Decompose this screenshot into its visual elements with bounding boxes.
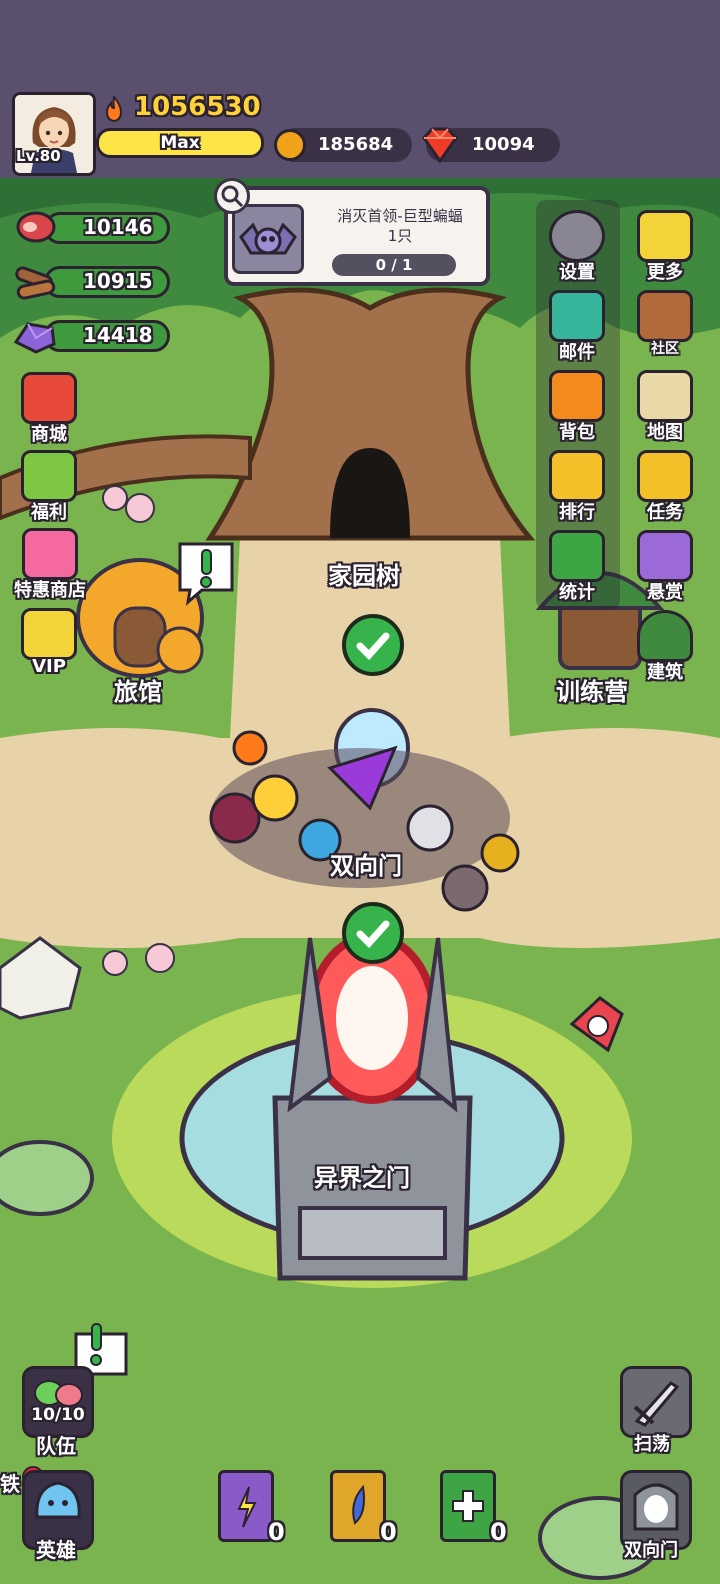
special-shop-icon	[22, 528, 78, 580]
settings-button[interactable]: 设置	[544, 210, 610, 284]
ruby-gem-icon	[420, 126, 460, 176]
player-level: Lv.80	[16, 147, 61, 165]
portal-gate-icon	[633, 1483, 679, 1531]
ore-resource[interactable]: 14418	[44, 320, 170, 352]
shop-icon	[21, 372, 77, 424]
home-tree-label[interactable]: 家园树	[328, 556, 400, 591]
hero-label: 英雄	[36, 1538, 76, 1562]
shop-label: 商城	[31, 424, 67, 445]
task-label: 任务	[647, 502, 683, 523]
gold-amount: 185684	[318, 134, 394, 155]
gold-pill[interactable]: 185684	[274, 128, 412, 162]
welfare-button[interactable]: 福利	[16, 450, 82, 524]
purple-skill-book-icon[interactable]	[218, 1470, 274, 1542]
quest-search-icon[interactable]	[214, 178, 250, 214]
gem-amount: 10094	[472, 134, 535, 155]
gold-book-count: 0	[380, 1518, 397, 1546]
purple-ore-icon	[12, 314, 58, 360]
backpack-button[interactable]: 背包	[544, 370, 610, 444]
otherworld-gate-label[interactable]: 异界之门	[314, 1158, 410, 1193]
vip-button[interactable]: VIP	[16, 608, 82, 677]
wood-resource[interactable]: 10915	[44, 266, 170, 298]
stats-icon	[549, 530, 605, 582]
community-icon	[637, 290, 693, 342]
settings-label: 设置	[559, 262, 595, 283]
wood-icon	[12, 262, 58, 308]
home-tree-check-icon	[342, 614, 404, 676]
mail-label: 邮件	[559, 342, 595, 363]
mail-icon	[549, 290, 605, 342]
more-label: 更多	[647, 262, 683, 283]
fire-icon	[103, 94, 125, 123]
gold-coin-icon	[274, 129, 306, 161]
gate-button-label: 双向门	[624, 1540, 678, 1561]
welfare-label: 福利	[31, 502, 67, 523]
building-button[interactable]: 建筑	[632, 610, 698, 684]
bounty-button[interactable]: 悬赏	[632, 530, 698, 604]
bounty-icon	[637, 530, 693, 582]
quest-title: 消灭首领-巨型蝙蝠	[337, 207, 463, 225]
ranking-button[interactable]: 排行	[544, 450, 610, 524]
building-label: 建筑	[647, 662, 683, 683]
team-label: 队伍	[36, 1434, 76, 1458]
gold-skill-book-icon[interactable]	[330, 1470, 386, 1542]
training-camp-label[interactable]: 训练营	[556, 672, 628, 707]
community-button[interactable]: 社区	[632, 290, 698, 358]
blue-slime-icon	[35, 1481, 81, 1519]
special-shop-label: 特惠商店	[14, 580, 86, 601]
gift-icon	[21, 450, 77, 502]
team-count: 10/10	[31, 1405, 85, 1425]
task-button[interactable]: 任务	[632, 450, 698, 524]
task-icon	[637, 450, 693, 502]
green-book-count: 0	[490, 1518, 507, 1546]
bounty-label: 悬赏	[647, 582, 683, 603]
vip-label: VIP	[32, 656, 66, 677]
two-way-gate-label[interactable]: 双向门	[330, 846, 402, 881]
wood-amount: 10915	[83, 269, 153, 293]
combat-power: 1056530	[134, 92, 261, 122]
meat-resource[interactable]: 10146	[44, 212, 170, 244]
quest-count: 1只	[387, 227, 413, 245]
stats-button[interactable]: 统计	[544, 530, 610, 604]
stats-label: 统计	[559, 582, 595, 603]
inn-label[interactable]: 旅馆	[114, 672, 162, 707]
ranking-label: 排行	[559, 502, 595, 523]
more-button[interactable]: 更多	[632, 210, 698, 284]
quest-progress-text: 0 / 1	[375, 256, 413, 274]
inn-alert-icon	[174, 540, 238, 610]
map-icon	[637, 370, 693, 422]
quest-panel[interactable]: 消灭首领-巨型蝙蝠 1只 0 / 1	[224, 186, 490, 286]
backpack-icon	[549, 370, 605, 422]
shop-button[interactable]: 商城	[16, 372, 82, 446]
slime-team-icon	[34, 1380, 83, 1407]
team-button[interactable]: 10/10	[22, 1366, 94, 1438]
building-icon	[637, 610, 693, 662]
shield-sword-icon[interactable]	[564, 994, 626, 1060]
special-shop-button[interactable]: 特惠商店	[4, 528, 96, 602]
mail-button[interactable]: 邮件	[544, 290, 610, 364]
quest-progress-bar: 0 / 1	[332, 254, 456, 276]
trophy-icon	[549, 450, 605, 502]
green-heal-book-icon[interactable]	[440, 1470, 496, 1542]
purple-book-count: 0	[268, 1518, 285, 1546]
meat-icon	[14, 206, 58, 252]
vip-icon	[21, 608, 77, 660]
partial-building-label: 铁	[0, 1472, 20, 1496]
sweep-label: 扫荡	[634, 1434, 670, 1455]
bat-boss-icon	[232, 204, 304, 274]
map-button[interactable]: 地图	[632, 370, 698, 444]
sword-sweep-icon	[633, 1381, 680, 1427]
gate-check-icon	[342, 902, 404, 964]
player-name-bar: Max	[96, 128, 264, 158]
gem-pill[interactable]: 10094	[422, 127, 560, 164]
community-label: 社区	[651, 341, 679, 357]
backpack-label: 背包	[559, 422, 595, 443]
meat-amount: 10146	[83, 215, 153, 239]
map-label: 地图	[647, 422, 683, 443]
gear-icon	[549, 210, 605, 262]
more-icon	[637, 210, 693, 262]
ore-amount: 14418	[83, 323, 153, 347]
sweep-button[interactable]	[620, 1366, 692, 1438]
